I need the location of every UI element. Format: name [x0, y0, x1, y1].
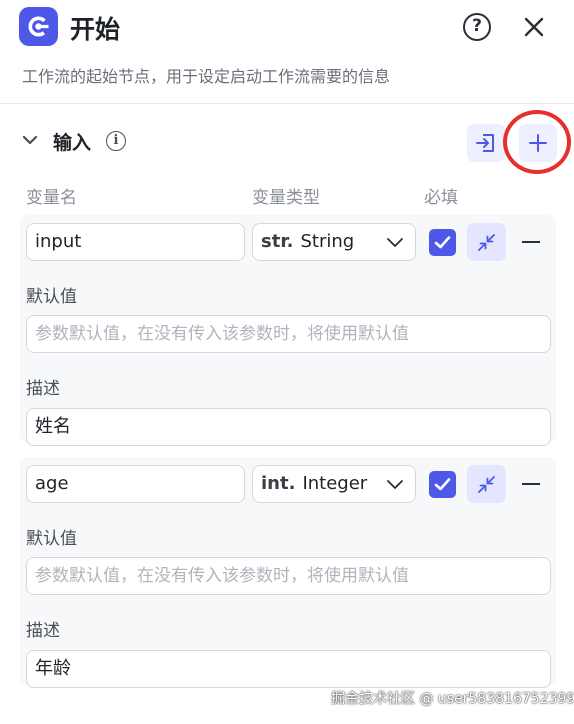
- description-value: 年龄: [35, 658, 71, 679]
- column-header-required: 必填: [424, 188, 458, 208]
- chevron-down-icon: [387, 480, 403, 489]
- variable-name-value: age: [35, 473, 69, 494]
- import-icon: [476, 134, 494, 152]
- type-value: Integer: [302, 473, 368, 494]
- variable-card: age int. Integer 默认值 参数默认值，在没有传入该参数时，将使用默…: [20, 457, 556, 688]
- variable-type-text: str. String: [261, 224, 354, 260]
- section-title-input: 输入: [53, 132, 92, 154]
- description-input[interactable]: 年龄: [26, 650, 551, 688]
- required-checkbox[interactable]: [429, 229, 456, 256]
- check-icon: [434, 478, 451, 491]
- collapse-button[interactable]: [467, 223, 506, 261]
- default-value-placeholder: 参数默认值，在没有传入该参数时，将使用默认值: [35, 566, 409, 586]
- description-input[interactable]: 姓名: [26, 408, 551, 446]
- import-variables-button[interactable]: [467, 124, 505, 162]
- default-value-label: 默认值: [26, 529, 77, 549]
- column-header-type: 变量类型: [252, 188, 320, 208]
- description-label: 描述: [26, 621, 60, 641]
- type-prefix: str.: [261, 231, 294, 252]
- variable-card: input str. String 默认值 参数默认值，在没有传入该参数时，将使用…: [20, 215, 556, 446]
- node-header: 开始 ? 工作流的起始节点，用于设定启动工作流需要的信息: [0, 0, 574, 104]
- variable-name-input[interactable]: age: [26, 465, 245, 503]
- required-checkbox[interactable]: [429, 471, 456, 498]
- column-header-name: 变量名: [26, 188, 77, 208]
- node-description: 工作流的起始节点，用于设定启动工作流需要的信息: [22, 67, 391, 86]
- remove-variable-button[interactable]: [520, 473, 542, 495]
- default-value-label: 默认值: [26, 287, 77, 307]
- variable-type-text: int. Integer: [261, 466, 367, 502]
- default-value-placeholder: 参数默认值，在没有传入该参数时，将使用默认值: [35, 324, 409, 344]
- remove-variable-button[interactable]: [520, 231, 542, 253]
- annotation-circle: [503, 110, 571, 174]
- description-value: 姓名: [35, 416, 71, 437]
- help-icon[interactable]: ?: [463, 13, 491, 41]
- type-value: String: [300, 231, 355, 252]
- collapse-icon: [478, 234, 495, 251]
- check-icon: [434, 236, 451, 249]
- chevron-down-icon: [387, 238, 403, 247]
- close-icon[interactable]: [519, 12, 549, 42]
- variable-name-value: input: [35, 231, 82, 252]
- collapse-button[interactable]: [467, 465, 506, 503]
- description-label: 描述: [26, 379, 60, 399]
- variable-type-select[interactable]: int. Integer: [252, 465, 416, 503]
- default-value-input[interactable]: 参数默认值，在没有传入该参数时，将使用默认值: [26, 315, 551, 353]
- chevron-down-icon[interactable]: [20, 133, 40, 149]
- watermark: 掘金技术社区 @ user5838167523996: [331, 691, 574, 707]
- default-value-input[interactable]: 参数默认值，在没有传入该参数时，将使用默认值: [26, 557, 551, 595]
- node-title: 开始: [70, 15, 121, 44]
- variable-name-input[interactable]: input: [26, 223, 245, 261]
- info-icon[interactable]: i: [106, 131, 126, 151]
- start-node-icon: [19, 7, 58, 46]
- type-prefix: int.: [261, 473, 296, 494]
- collapse-icon: [478, 476, 495, 493]
- variable-type-select[interactable]: str. String: [252, 223, 416, 261]
